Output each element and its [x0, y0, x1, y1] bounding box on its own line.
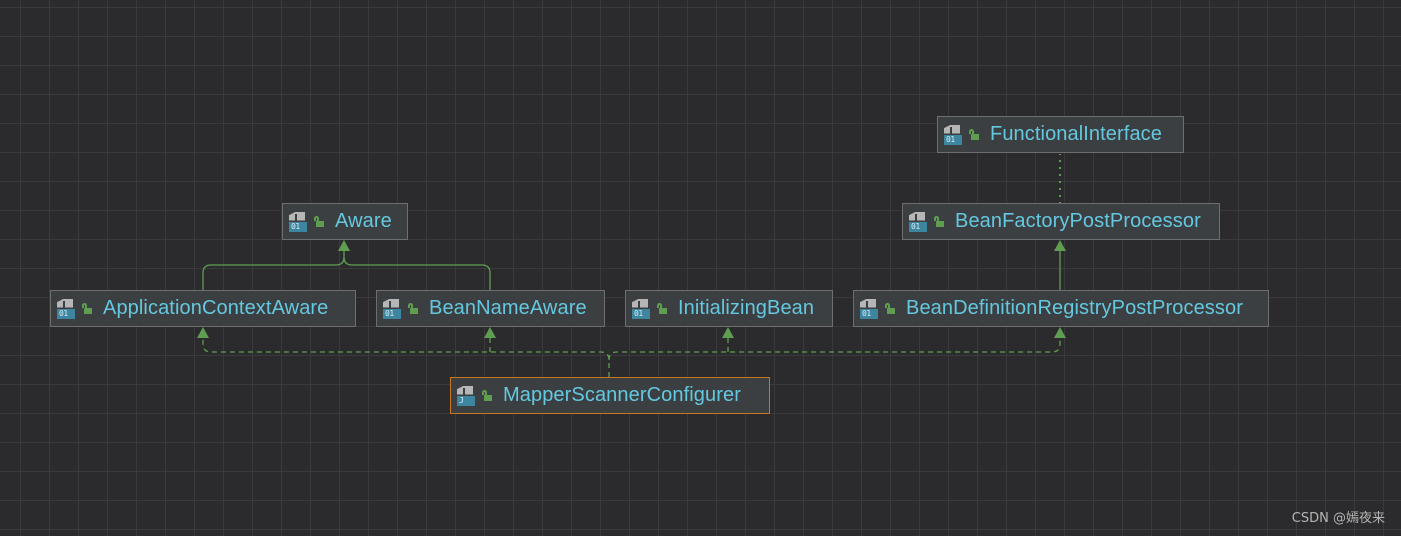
public-access-icon — [656, 303, 667, 314]
public-access-icon — [313, 216, 324, 227]
public-access-icon — [407, 303, 418, 314]
node-label: Aware — [335, 210, 392, 232]
arrowhead-aware — [338, 240, 350, 251]
arrowhead-bean-name-aware — [484, 327, 496, 338]
node-bean-definition-registry-post-processor[interactable]: 01 BeanDefinitionRegistryPostProcessor — [853, 290, 1269, 327]
interface-icon: 01 — [632, 298, 652, 319]
public-access-icon — [968, 129, 979, 140]
node-application-context-aware[interactable]: 01 ApplicationContextAware — [50, 290, 356, 327]
node-bean-name-aware[interactable]: 01 BeanNameAware — [376, 290, 605, 327]
node-aware[interactable]: 01 Aware — [282, 203, 408, 240]
node-bean-factory-post-processor[interactable]: 01 BeanFactoryPostProcessor — [902, 203, 1220, 240]
public-access-icon — [933, 216, 944, 227]
node-functional-interface[interactable]: 01 FunctionalInterface — [937, 116, 1184, 153]
node-label: BeanFactoryPostProcessor — [955, 210, 1201, 232]
node-label: MapperScannerConfigurer — [503, 384, 741, 406]
node-label: BeanNameAware — [429, 297, 587, 319]
interface-icon: 01 — [383, 298, 403, 319]
class-icon: J — [457, 385, 477, 406]
node-label: FunctionalInterface — [990, 123, 1162, 145]
node-initializing-bean[interactable]: 01 InitializingBean — [625, 290, 833, 327]
interface-icon: 01 — [57, 298, 77, 319]
edge-msc-to-initializing-bean — [608, 336, 1061, 361]
edge-msc-trunk — [202, 336, 610, 377]
edge-bean-name-aware-to-aware — [343, 256, 491, 291]
edge-application-context-aware-to-aware — [202, 249, 345, 291]
watermark: CSDN @嫣夜来 — [1291, 511, 1385, 526]
node-label: BeanDefinitionRegistryPostProcessor — [906, 297, 1243, 319]
arrowhead-application-context-aware — [197, 327, 209, 338]
node-mapper-scanner-configurer[interactable]: J MapperScannerConfigurer — [450, 377, 770, 414]
interface-icon: 01 — [909, 211, 929, 232]
node-label: ApplicationContextAware — [103, 297, 329, 319]
interface-icon: 01 — [289, 211, 309, 232]
interface-icon: 01 — [944, 124, 964, 145]
arrowhead-bdrpp — [1054, 327, 1066, 338]
node-label: InitializingBean — [678, 297, 815, 319]
relations-layer — [197, 154, 1066, 377]
public-access-icon — [481, 390, 492, 401]
interface-icon: 01 — [860, 298, 880, 319]
public-access-icon — [81, 303, 92, 314]
arrowhead-bfpp — [1054, 240, 1066, 251]
arrowhead-initializing-bean — [722, 327, 734, 338]
public-access-icon — [884, 303, 895, 314]
